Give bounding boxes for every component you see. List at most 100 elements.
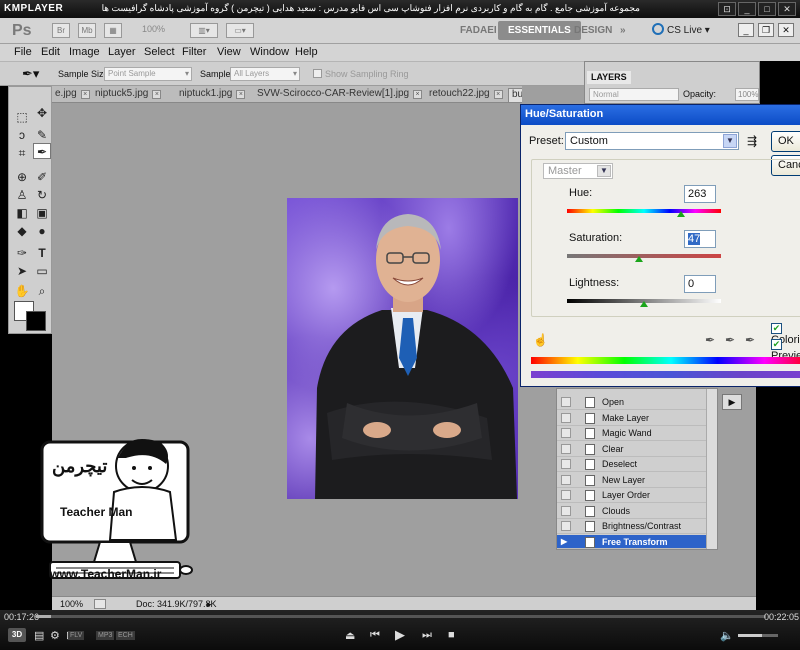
healing-brush-tool-icon[interactable]: ⊕ xyxy=(13,169,31,185)
history-checkbox[interactable] xyxy=(561,521,571,531)
ps-minimize-icon[interactable]: _ xyxy=(738,23,754,37)
play-action-icon[interactable]: ▶ xyxy=(722,394,742,410)
move-tool-icon[interactable]: ✥ xyxy=(33,105,51,121)
settings-icon[interactable]: ⚙ xyxy=(50,629,60,642)
channel-select[interactable]: Master ▼ xyxy=(543,163,613,179)
menu-layer[interactable]: Layer xyxy=(108,46,136,58)
tab-e-jpg[interactable]: e.jpg × xyxy=(52,88,90,102)
background-color-swatch[interactable] xyxy=(26,311,46,331)
play-icon[interactable]: ▶ xyxy=(395,627,405,643)
lightness-input[interactable]: 0 xyxy=(684,275,716,293)
lightness-slider-thumb[interactable] xyxy=(640,301,648,307)
hand-tool-icon[interactable]: ✋ xyxy=(13,283,31,299)
zoom-level-select[interactable]: 100% xyxy=(142,24,165,34)
more-workspaces-icon[interactable]: » xyxy=(610,21,636,40)
opacity-field[interactable]: 100% xyxy=(735,88,759,101)
history-checkbox[interactable] xyxy=(561,444,571,454)
next-icon[interactable]: ⏭ xyxy=(422,629,432,642)
history-scrollbar[interactable] xyxy=(706,389,717,549)
lasso-tool-icon[interactable]: ↄ xyxy=(13,127,31,143)
gradient-tool-icon[interactable]: ▣ xyxy=(33,205,51,221)
saturation-input[interactable]: 47 xyxy=(684,230,716,248)
eyedropper-tool-icon[interactable]: ✒ xyxy=(33,143,51,159)
menu-edit[interactable]: Edit xyxy=(41,46,60,58)
history-checkbox[interactable] xyxy=(561,490,571,500)
dodge-tool-icon[interactable]: ● xyxy=(33,223,51,239)
menu-file[interactable]: File xyxy=(14,46,32,58)
history-item[interactable]: Clouds xyxy=(557,504,707,519)
history-checkbox[interactable] xyxy=(561,475,571,485)
blend-mode-select[interactable]: Normal xyxy=(589,88,679,101)
history-item[interactable]: Layer Order xyxy=(557,488,707,503)
stop-icon[interactable]: ■ xyxy=(448,629,455,641)
blur-tool-icon[interactable]: ◆ xyxy=(13,223,31,239)
eyedropper-tool-preset-icon[interactable]: ✒▾ xyxy=(22,66,39,82)
image-canvas[interactable] xyxy=(287,198,518,499)
ps-restore-icon[interactable]: ❐ xyxy=(758,23,774,37)
clone-stamp-tool-icon[interactable]: ♙ xyxy=(13,187,31,203)
status-zoom[interactable]: 100% xyxy=(60,599,83,609)
close-tab-icon[interactable]: × xyxy=(493,90,503,99)
maximize-icon[interactable]: □ xyxy=(758,2,776,16)
status-info-icon[interactable] xyxy=(94,599,106,609)
history-checkbox[interactable] xyxy=(561,459,571,469)
tab-businessman[interactable]: businessman.jpg xyxy=(508,88,522,102)
ps-close-icon[interactable]: ✕ xyxy=(778,23,794,37)
history-checkbox[interactable] xyxy=(561,506,571,516)
sample-layers-select[interactable]: All Layers xyxy=(230,67,300,81)
history-item[interactable]: Clear xyxy=(557,442,707,457)
history-item[interactable]: Brightness/Contrast xyxy=(557,519,707,534)
quick-selection-tool-icon[interactable]: ✎ xyxy=(33,127,51,143)
playlist-icon[interactable]: ▤ xyxy=(34,629,44,642)
type-tool-icon[interactable]: T xyxy=(33,245,51,261)
brush-tool-icon[interactable]: ✐ xyxy=(33,169,51,185)
menu-image[interactable]: Image xyxy=(69,46,100,58)
tab-niptuck1[interactable]: niptuck1.jpg × xyxy=(176,88,246,102)
hue-input[interactable]: 263 xyxy=(684,185,716,203)
menu-filter[interactable]: Filter xyxy=(182,46,206,58)
close-icon[interactable]: ✕ xyxy=(778,2,796,16)
zoom-tool-icon[interactable]: ⌕ xyxy=(33,283,51,299)
volume-icon[interactable]: 🔈 xyxy=(720,629,734,642)
previous-icon[interactable]: ⏮ xyxy=(370,629,380,642)
preset-options-icon[interactable]: ⇶ xyxy=(747,134,757,148)
minimize-icon[interactable]: _ xyxy=(738,2,756,16)
rectangle-tool-icon[interactable]: ▭ xyxy=(33,263,51,279)
menu-select[interactable]: Select xyxy=(144,46,175,58)
tab-retouch22[interactable]: retouch22.jpg × xyxy=(426,88,503,102)
saturation-slider-thumb[interactable] xyxy=(634,256,643,262)
tab-niptuck5[interactable]: niptuck5.jpg × xyxy=(92,88,162,102)
history-item[interactable]: Magic Wand xyxy=(557,426,707,441)
history-checkbox[interactable] xyxy=(561,428,571,438)
tab-scirocco[interactable]: SVW-Scirocco-CAR-Review[1].jpg × xyxy=(254,88,423,102)
menu-help[interactable]: Help xyxy=(295,46,318,58)
bridge-icon[interactable]: Br xyxy=(52,23,70,38)
volume-slider[interactable] xyxy=(738,634,778,637)
path-selection-tool-icon[interactable]: ➤ xyxy=(13,263,31,279)
close-tab-icon[interactable]: × xyxy=(236,90,246,99)
history-item[interactable]: Deselect xyxy=(557,457,707,472)
pin-icon[interactable]: ⊡ xyxy=(718,2,736,16)
ok-button[interactable]: OK xyxy=(771,131,800,152)
arrange-documents-icon[interactable]: ▥▾ xyxy=(190,23,218,38)
history-brush-tool-icon[interactable]: ↻ xyxy=(33,187,51,203)
close-tab-icon[interactable]: × xyxy=(152,90,162,99)
sample-size-select[interactable]: Point Sample xyxy=(104,67,192,81)
colorize-checkbox[interactable]: ✔ xyxy=(771,323,782,334)
history-item[interactable]: Make Layer xyxy=(557,411,707,426)
history-checkbox[interactable] xyxy=(561,397,571,407)
history-checkbox[interactable] xyxy=(561,413,571,423)
hue-slider-thumb[interactable] xyxy=(676,211,685,217)
menu-window[interactable]: Window xyxy=(250,46,289,58)
screen-mode-icon[interactable]: ▭▾ xyxy=(226,23,254,38)
subtract-from-sample-eyedropper-icon[interactable]: ✒ xyxy=(745,333,755,347)
add-to-sample-eyedropper-icon[interactable]: ✒ xyxy=(725,333,735,347)
player-logo[interactable]: KMPLAYER xyxy=(4,3,63,14)
history-item[interactable]: Open xyxy=(557,395,707,410)
menu-view[interactable]: View xyxy=(217,46,241,58)
show-sampling-ring-checkbox[interactable] xyxy=(313,69,322,78)
crop-tool-icon[interactable]: ⌗ xyxy=(13,145,31,161)
close-tab-icon[interactable]: × xyxy=(413,90,423,99)
pen-tool-icon[interactable]: ✑ xyxy=(13,245,31,261)
eraser-tool-icon[interactable]: ◧ xyxy=(13,205,31,221)
